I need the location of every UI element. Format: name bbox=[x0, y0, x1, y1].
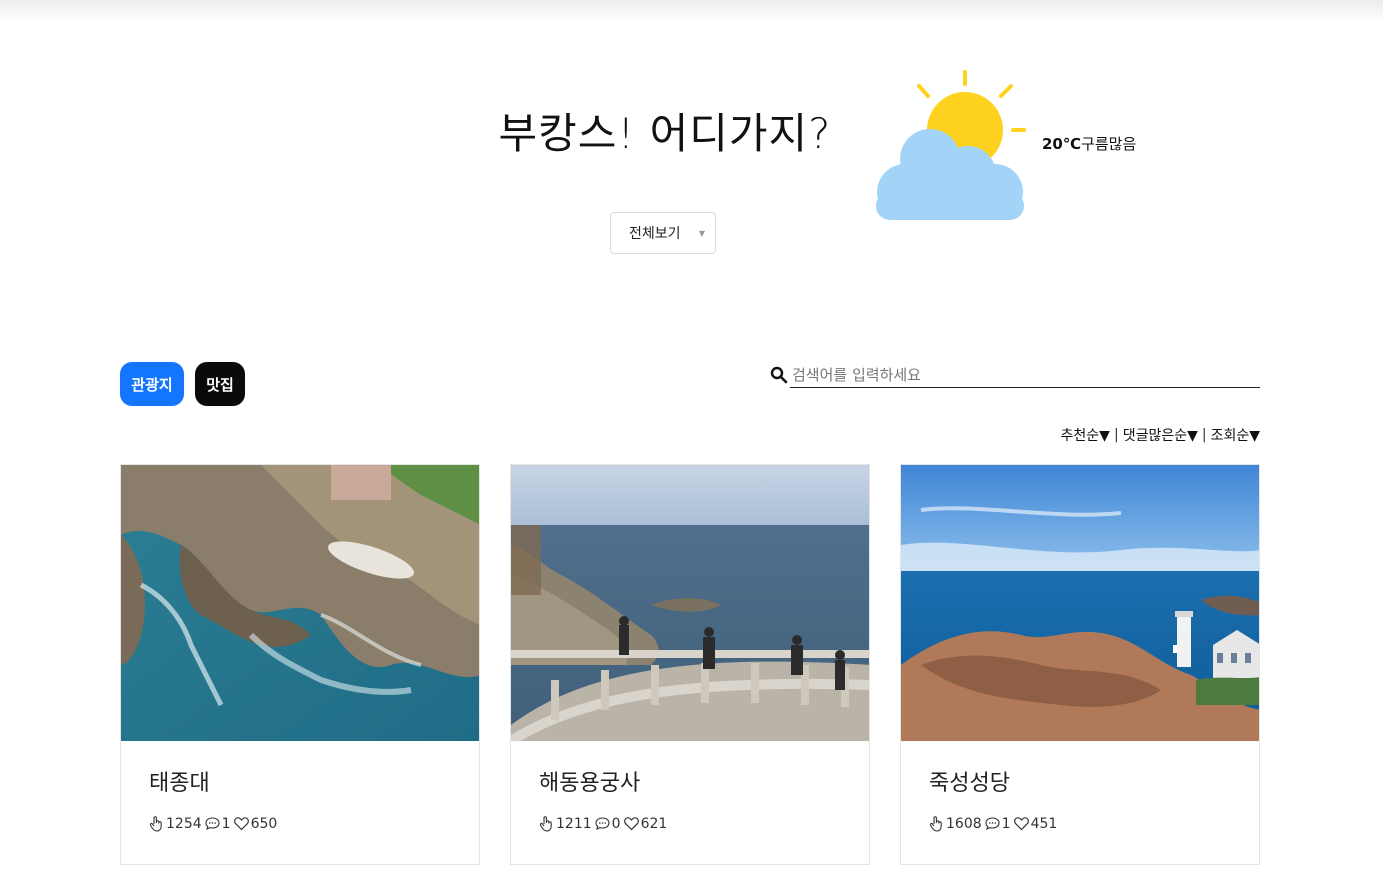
category-button-food[interactable]: 맛집 bbox=[195, 362, 245, 406]
top-shadow bbox=[0, 0, 1383, 22]
comment-icon bbox=[205, 817, 220, 831]
place-photo bbox=[511, 465, 869, 741]
place-favorites: 621 bbox=[640, 815, 668, 832]
place-card[interactable]: 해동용궁사 1211 0 621 bbox=[510, 464, 870, 865]
search-icon bbox=[770, 366, 788, 384]
weather-text: 20℃구름많음 bbox=[1042, 133, 1136, 154]
place-likes: 1608 bbox=[946, 815, 982, 832]
place-card[interactable]: 죽성성당 1608 1 451 bbox=[900, 464, 1260, 865]
category-button-tour[interactable]: 관광지 bbox=[120, 362, 184, 406]
place-photo bbox=[901, 465, 1259, 741]
sort-comments[interactable]: 댓글많은순▼ bbox=[1123, 425, 1198, 445]
place-stats: 1608 1 451 bbox=[928, 815, 1059, 832]
place-comments: 1 bbox=[1001, 815, 1011, 832]
place-likes: 1254 bbox=[166, 815, 202, 832]
comment-icon bbox=[595, 817, 610, 831]
place-likes: 1211 bbox=[556, 815, 592, 832]
sort-recommend[interactable]: 추천순▼ bbox=[1061, 425, 1110, 445]
partly-cloudy-icon bbox=[876, 70, 1026, 220]
sort-views[interactable]: 조회순▼ bbox=[1211, 425, 1260, 445]
search-bar bbox=[770, 362, 1260, 388]
place-comments: 1 bbox=[221, 815, 231, 832]
divider: | bbox=[1201, 427, 1207, 443]
chevron-down-icon: ▼ bbox=[698, 229, 705, 238]
divider: | bbox=[1113, 427, 1119, 443]
place-name: 태종대 bbox=[149, 771, 210, 796]
place-stats: 1211 0 621 bbox=[538, 815, 669, 832]
place-name: 죽성성당 bbox=[929, 771, 1010, 796]
sort-bar: 추천순▼ | 댓글많은순▼ | 조회순▼ bbox=[1061, 425, 1260, 445]
page-title: 부캉스! 어디가지? bbox=[498, 109, 832, 158]
search-input[interactable] bbox=[790, 362, 1260, 388]
place-favorites: 650 bbox=[250, 815, 278, 832]
place-favorites: 451 bbox=[1030, 815, 1058, 832]
comment-icon bbox=[985, 817, 1000, 831]
hand-pointer-icon bbox=[539, 816, 552, 832]
weather-temperature: 20℃ bbox=[1042, 135, 1082, 153]
heart-icon[interactable] bbox=[1013, 815, 1030, 832]
place-name: 해동용궁사 bbox=[539, 771, 641, 796]
region-select[interactable]: 전체보기 ▼ bbox=[610, 212, 716, 254]
place-comments: 0 bbox=[611, 815, 621, 832]
weather-condition: 구름많음 bbox=[1081, 135, 1137, 153]
hand-pointer-icon bbox=[929, 816, 942, 832]
place-stats: 1254 1 650 bbox=[148, 815, 279, 832]
place-card[interactable]: 태종대 1254 1 650 bbox=[120, 464, 480, 865]
heart-icon[interactable] bbox=[623, 815, 640, 832]
heart-icon[interactable] bbox=[233, 815, 250, 832]
region-select-value: 전체보기 bbox=[629, 226, 681, 242]
hand-pointer-icon bbox=[149, 816, 162, 832]
place-photo bbox=[121, 465, 479, 741]
